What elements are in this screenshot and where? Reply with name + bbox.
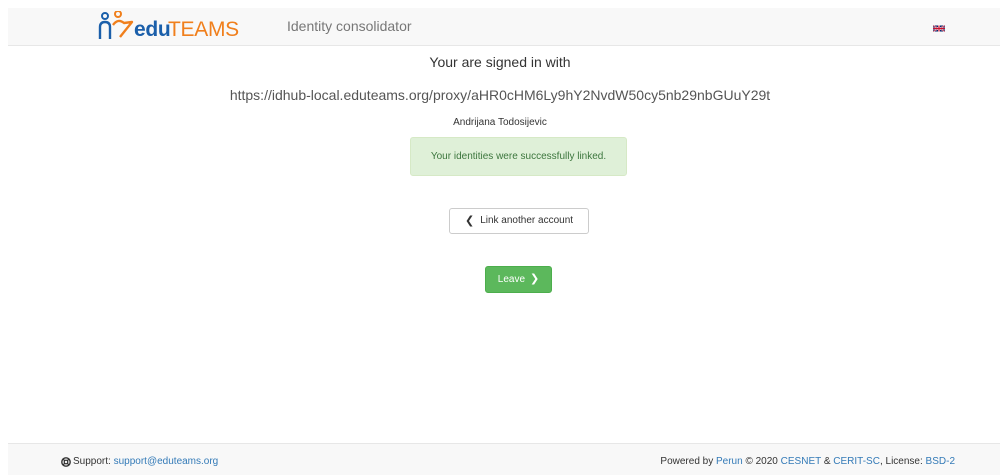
- leave-button[interactable]: Leave ❯: [485, 266, 552, 293]
- app-title: Identity consolidator: [287, 18, 412, 34]
- cerit-sc-link[interactable]: CERIT-SC: [833, 456, 880, 467]
- footer: Support: support@eduteams.org Powered by…: [8, 443, 1000, 475]
- main-content: Your are signed in with https://idhub-lo…: [0, 46, 1000, 442]
- logo-text-teams: TEAMS: [168, 18, 239, 41]
- proxy-url-text: https://idhub-local.eduteams.org/proxy/a…: [229, 87, 771, 103]
- support-label: Support:: [73, 456, 111, 467]
- ampersand-text: &: [823, 456, 831, 467]
- link-another-account-label: Link another account: [480, 215, 574, 226]
- lifebuoy-icon: [61, 457, 71, 467]
- powered-by-info: Powered by Perun © 2020 CESNET & CERIT-S…: [660, 456, 955, 467]
- success-alert: Your identities were successfully linked…: [410, 137, 627, 176]
- support-email-link[interactable]: support@eduteams.org: [114, 456, 219, 467]
- license-link[interactable]: BSD-2: [926, 456, 955, 467]
- leave-label: Leave: [497, 274, 526, 285]
- people-logo-icon: [98, 11, 134, 39]
- top-navbar: edu TEAMS Identity consolidator: [8, 8, 1000, 46]
- eduteams-logo[interactable]: edu TEAMS: [96, 11, 256, 45]
- license-label: , License:: [879, 456, 923, 467]
- perun-link[interactable]: Perun: [716, 456, 743, 467]
- signed-in-heading: Your are signed in with: [429, 54, 571, 70]
- copyright-text: © 2020: [745, 456, 778, 467]
- chevron-right-icon: ❯: [530, 273, 540, 285]
- powered-by-label: Powered by: [660, 456, 714, 467]
- chevron-left-icon: ❮: [464, 215, 475, 227]
- uk-flag-icon[interactable]: [933, 24, 945, 33]
- link-another-account-button[interactable]: ❮ Link another account: [449, 208, 589, 234]
- cesnet-link[interactable]: CESNET: [781, 456, 821, 467]
- user-name: Andrijana Todosijevic: [453, 117, 547, 128]
- logo-text-edu: edu: [134, 18, 171, 41]
